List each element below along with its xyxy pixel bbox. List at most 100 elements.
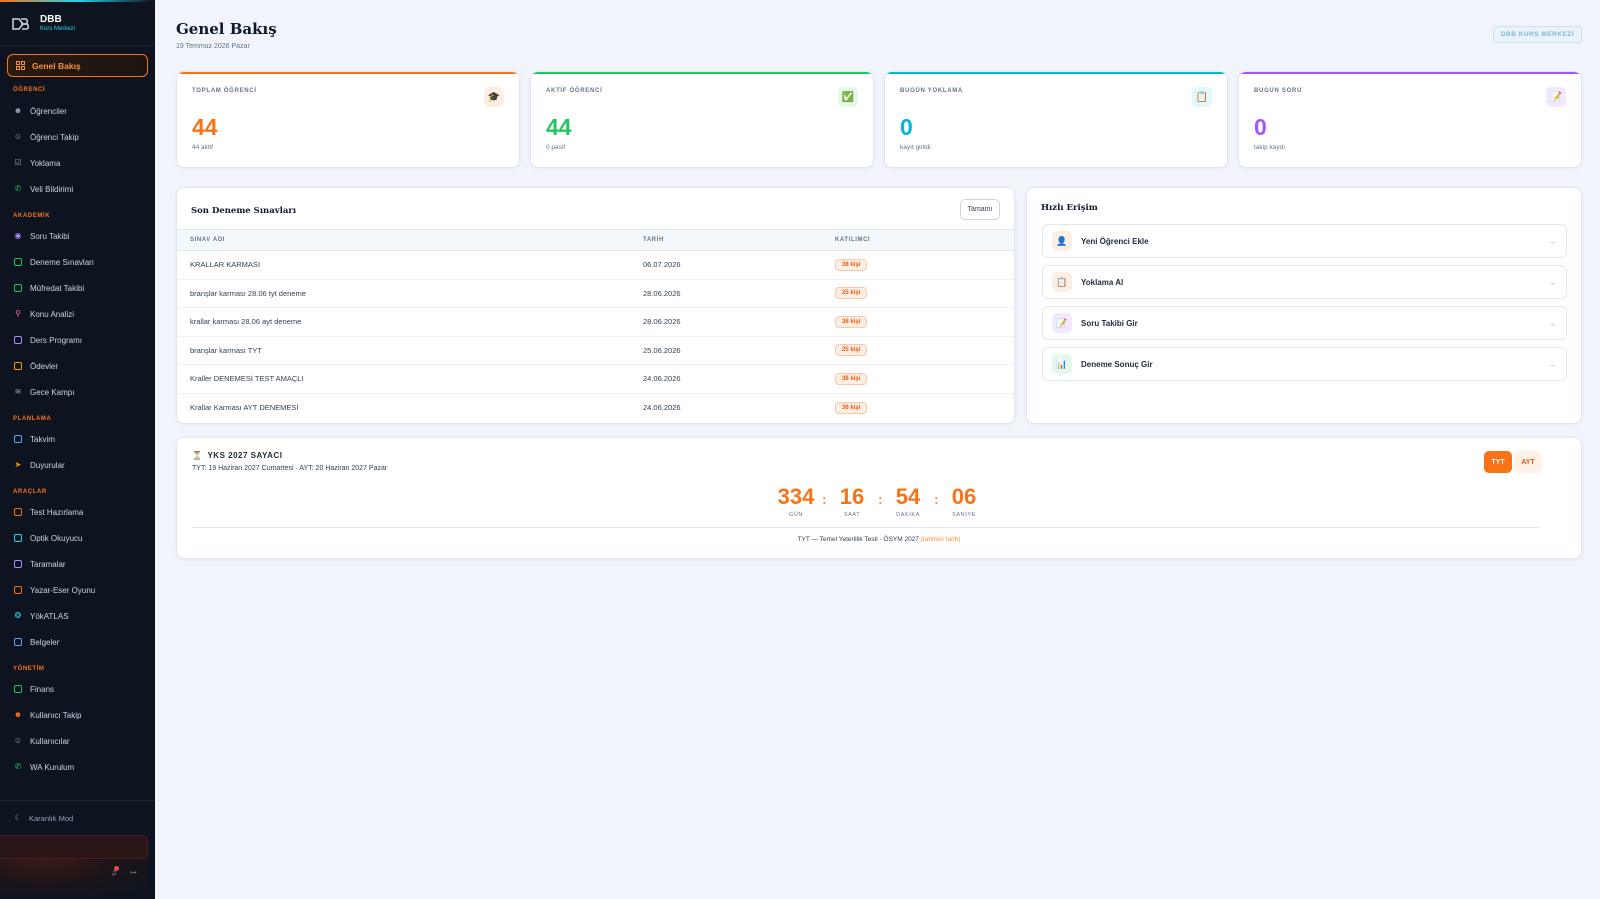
book-icon [13,283,23,293]
table-row[interactable]: Krallar Karması AYT DENEMESİ 24.06.2026 … [177,393,1014,422]
stat-label: BUGÜN SORU [1254,88,1303,94]
quick-attendance-button[interactable]: 📋 Yoklama Al → [1042,265,1567,299]
sidebar-item-genel-bakis[interactable]: Genel Bakış [7,54,148,77]
sidebar-item-belgeler[interactable]: Belgeler [13,635,59,649]
table-row[interactable]: branşlar karması TYT 25.06.2026 25 kişi [177,336,1014,365]
column-header[interactable]: KATILIMCI [835,229,1014,251]
sidebar-item-ogrenciler[interactable]: ☻ Öğrenciler [13,104,67,118]
section-label-yonetim: YÖNETİM [13,666,45,672]
table-row[interactable]: KRALLAR KARMASI 06.07.2026 36 kişi [177,250,1014,280]
participant-badge: 25 kişi [835,344,868,357]
clipboard-icon: 📋 [1192,87,1212,107]
stat-label: TOPLAM ÖĞRENCİ [192,88,257,94]
participant-badge: 36 kişi [835,258,868,271]
sidebar-item-yokatlas[interactable]: ❂ YökATLAS [13,609,69,623]
sidebar-item-label: Veli Bildirimi [30,184,74,194]
compass-icon: ❂ [14,611,22,620]
user-card[interactable] [0,835,148,895]
participant-badge: 25 kişi [835,287,868,300]
arrow-right-icon: → [1548,236,1556,246]
sidebar-item-soru-takibi[interactable]: ◉ Soru Takibi [13,229,70,243]
sidebar-item-label: Konu Analizi [30,309,75,319]
countdown-value: 16 [839,484,865,509]
stat-card-bugun-yoklama[interactable]: BUGÜN YOKLAMA 0 kayıt girildi 📋 [884,71,1228,168]
dark-mode-label: Karanlık Mod [29,813,74,823]
table-row[interactable]: branşlar karması 28.06 tyt deneme 28.06.… [177,279,1014,308]
stat-card-aktif-ogrenci[interactable]: AKTİF ÖĞRENCİ 44 0 pasif ✅ [530,71,874,168]
magnifier-icon: ⚲ [15,309,21,318]
graduation-cap-icon: 🎓 [484,87,504,107]
exam-date: 06.07.2026 [643,250,835,280]
page-date: 19 Temmuz 2026 Pazar [176,43,250,50]
stat-accent [531,72,873,74]
sidebar-item-optik-okuyucu[interactable]: Optik Okuyucu [13,531,82,545]
countdown-title-text: YKS 2027 SAYACI [207,451,283,460]
stat-card-bugun-soru[interactable]: BUGÜN SORU 0 takip kaydı 📝 [1238,71,1582,168]
column-header[interactable]: SINAV ADI [177,229,643,251]
countdown-minutes: 54 DAKİKA [883,484,933,519]
stat-label: AKTİF ÖĞRENCİ [546,88,603,94]
sidebar-item-veli-bildirimi[interactable]: ✆ Veli Bildirimi [13,182,73,196]
sidebar-divider [0,45,155,46]
sidebar-item-ogrenci-takip[interactable]: ☺ Öğrenci Takip [13,130,79,144]
countdown-separator: : [934,491,939,507]
sidebar-item-label: Kullanıcılar [30,736,70,746]
notification-dot [114,866,119,871]
logo-icon [12,15,32,33]
stat-value: 44 [546,114,572,140]
sidebar-item-takvim[interactable]: Takvim [13,432,55,446]
sidebar-item-label: Finans [30,684,55,694]
sidebar-item-label: Soru Takibi [30,231,70,241]
sidebar-item-kullanici-takip[interactable]: ☻ Kullanıcı Takip [13,708,82,722]
quick-question-tracking-button[interactable]: 📝 Soru Takibi Gir → [1042,306,1567,340]
countdown-seconds: 06 SANİYE [939,485,989,519]
sidebar-item-label: Öğrenciler [30,106,67,116]
sidebar-item-kullanicilar[interactable]: ☺ Kullanıcılar [13,734,70,748]
calendar-icon [13,434,23,444]
tab-tyt[interactable]: TYT [1484,451,1512,473]
stat-card-toplam-ogrenci[interactable]: TOPLAM ÖĞRENCİ 44 44 aktif 🎓 [176,71,520,168]
sidebar-item-konu-analizi[interactable]: ⚲ Konu Analizi [13,307,74,321]
user-icon: 👤 [1052,231,1072,251]
view-all-button[interactable]: Tamamı [960,199,1000,220]
section-label-akademik: AKADEMİK [13,213,51,219]
sidebar-item-ders-programi[interactable]: Ders Programı [13,333,82,347]
exam-name: Kraller DENEMESİ TEST AMAÇLI [177,364,643,394]
sidebar-item-deneme-sinavlari[interactable]: Deneme Sınavları [13,255,94,269]
scan-icon [13,559,23,569]
exam-name: KRALLAR KARMASI [177,250,643,280]
quick-add-student-button[interactable]: 👤 Yeni Öğrenci Ekle → [1042,224,1567,258]
logout-icon[interactable]: ↦ [130,868,137,877]
sidebar-item-gece-kampi[interactable]: ≋ Gece Kampı [13,385,75,399]
sidebar-item-yoklama[interactable]: ☑ Yoklama [13,156,60,170]
countdown-value: 54 [895,484,921,509]
stat-value: 0 [900,114,913,140]
sidebar-item-duyurular[interactable]: ➤ Duyurular [13,458,65,472]
brand[interactable]: DBB Kurs Merkezi [12,14,75,33]
sidebar: DBB Kurs Merkezi Genel Bakış ÖĞRENCİ ☻ Ö… [0,0,155,899]
users-icon: ☺ [13,132,23,141]
exam-date: 28.06.2026 [643,307,835,337]
sidebar-item-test-hazirlama[interactable]: Test Hazırlama [13,505,83,519]
sidebar-item-wa-kurulum[interactable]: ✆ WA Kurulum [13,760,75,774]
participant-badge: 36 kişi [835,372,868,385]
table-row[interactable]: krallar karması 28.06 ayt deneme 28.06.2… [177,307,1014,337]
sidebar-item-finans[interactable]: Finans [13,682,54,696]
column-header[interactable]: TARİH [643,229,835,251]
sidebar-item-odevler[interactable]: Ödevler [13,359,58,373]
sidebar-item-yazar-eser-oyunu[interactable]: Yazar-Eser Oyunu [13,583,95,597]
sidebar-item-mufredat-takibi[interactable]: Müfredat Takibi [13,281,84,295]
sidebar-item-label: Duyurular [30,460,65,470]
table-row[interactable]: Kraller DENEMESİ TEST AMAÇLI 24.06.2026 … [177,364,1014,394]
wallet-icon [13,684,23,694]
quick-exam-result-button[interactable]: 📊 Deneme Sonuç Gir → [1042,347,1567,381]
section-label-ogrenci: ÖĞRENCİ [13,87,46,93]
tab-ayt[interactable]: AYT [1514,451,1542,473]
brand-badge: DBB KURS MERKEZİ [1493,26,1582,43]
exam-name: krallar karması 28.06 ayt deneme [177,307,643,337]
stat-value: 44 [192,114,218,140]
dark-mode-toggle[interactable]: ☾ Karanlık Mod [13,813,73,823]
sidebar-item-label: Öğrenci Takip [30,132,79,142]
countdown-label: SANİYE [952,512,976,518]
sidebar-item-taramalar[interactable]: Taramalar [13,557,66,571]
